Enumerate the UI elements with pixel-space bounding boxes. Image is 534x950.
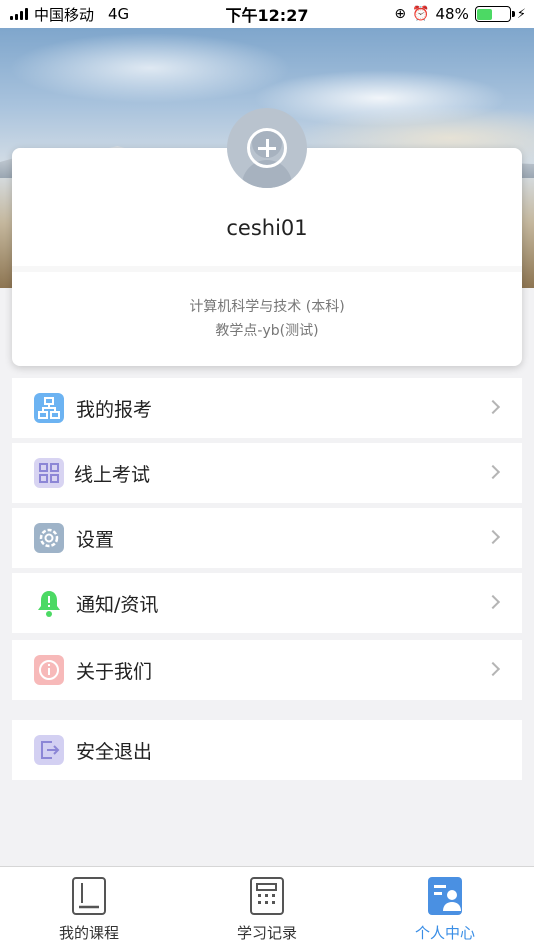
logout-icon [34, 735, 64, 765]
charging-icon: ⚡ [516, 6, 526, 22]
chevron-right-icon [485, 529, 501, 545]
chevron-right-icon [485, 464, 501, 480]
status-bar: 中国移动 4G 下午12:27 ⊕ ⏰ 48% ⚡ [0, 0, 534, 28]
tab-label: 我的课程 [58, 924, 119, 942]
profile-icon [428, 877, 462, 915]
calculator-icon [250, 877, 284, 915]
org-chart-icon [34, 393, 64, 423]
chevron-right-icon [485, 661, 501, 677]
tab-profile-center[interactable]: 个人中心 [356, 867, 534, 950]
tab-label: 个人中心 [414, 924, 475, 942]
tab-bar: 我的课程 学习记录 个人中心 [0, 866, 534, 950]
logout-label: 安全退出 [76, 740, 153, 763]
card-divider [12, 266, 522, 272]
menu-item-label: 线上考试 [74, 463, 151, 486]
tab-my-courses[interactable]: 我的课程 [0, 867, 178, 950]
major-label: 计算机科学与技术 (本科) [189, 299, 345, 315]
book-icon [72, 877, 106, 915]
status-bar-right: ⊕ ⏰ 48% ⚡ [394, 5, 526, 23]
menu-item-label: 关于我们 [76, 660, 153, 683]
menu-item-about[interactable]: 关于我们 [12, 640, 522, 700]
alarm-icon: ⏰ [412, 6, 430, 22]
tab-study-records[interactable]: 学习记录 [178, 867, 356, 950]
menu-item-label: 我的报考 [76, 398, 153, 421]
menu-item-notice[interactable]: 通知/资讯 [12, 573, 522, 633]
rotation-lock-icon: ⊕ [394, 6, 407, 22]
tab-label: 学习记录 [236, 924, 297, 942]
bell-icon [34, 588, 64, 618]
site-label: 教学点-yb(测试) [215, 323, 319, 339]
chevron-right-icon [485, 594, 501, 610]
battery-icon [474, 6, 515, 22]
info-icon [34, 655, 64, 685]
grid-icon [34, 458, 64, 488]
menu-item-online-exam[interactable]: 线上考试 [12, 443, 522, 503]
username: ceshi01 [226, 216, 308, 240]
menu-item-baokao[interactable]: 我的报考 [12, 378, 522, 438]
add-avatar-icon [247, 128, 287, 168]
gear-icon [34, 523, 64, 553]
avatar[interactable] [227, 108, 307, 188]
battery-percent: 48% [435, 5, 469, 23]
menu-item-label: 通知/资讯 [76, 593, 159, 616]
menu-item-settings[interactable]: 设置 [12, 508, 522, 568]
menu-item-label: 设置 [76, 528, 115, 551]
chevron-right-icon [485, 399, 501, 415]
logout-button[interactable]: 安全退出 [12, 720, 522, 780]
